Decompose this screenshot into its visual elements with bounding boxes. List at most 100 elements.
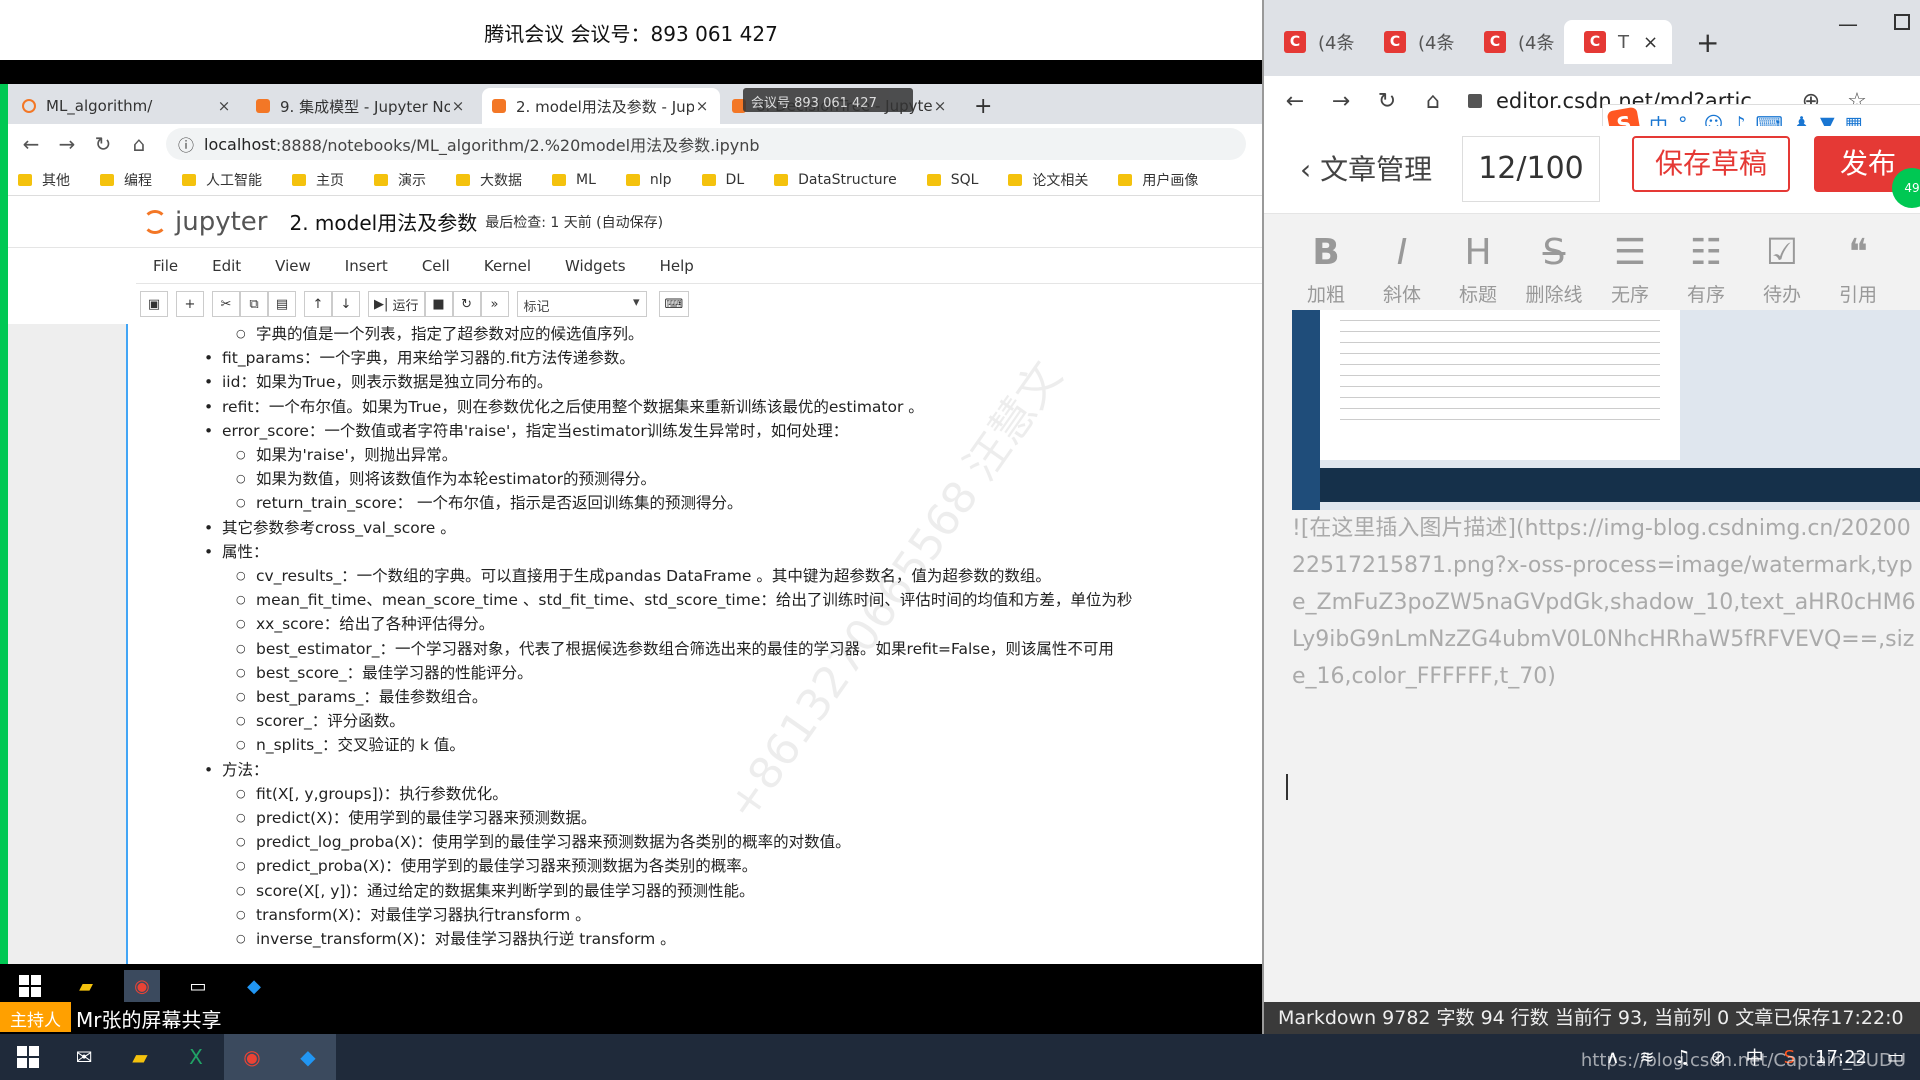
menu-file[interactable]: File (153, 257, 178, 275)
tab-model-usage[interactable]: 2. model用法及参数 - Jupyter × (482, 88, 720, 124)
home-icon[interactable]: ⌂ (1418, 89, 1448, 114)
bold-button[interactable]: B 加粗 (1288, 214, 1364, 310)
desktop: 腾讯会议 会议号：893 061 427 ML_algorithm/ × 9. … (0, 0, 1920, 1080)
forward-icon[interactable]: → (54, 131, 80, 157)
close-icon[interactable]: × (216, 97, 232, 115)
jupyter-toolbar: ▣ + ✂ ⧉ ▤ ↑ ↓ ▶| 运行 ■ ↻ » 标记 ⌨ (136, 284, 1262, 324)
save-draft-button[interactable]: 保存草稿 (1632, 136, 1790, 192)
minimize-icon[interactable]: — (1838, 12, 1858, 36)
reload-icon[interactable]: ↻ (90, 131, 116, 157)
bookmark-folder[interactable]: SQL (926, 172, 978, 188)
cut-icon[interactable]: ✂ (212, 291, 240, 317)
close-icon[interactable]: × (1643, 32, 1658, 53)
italic-button[interactable]: I 斜体 (1364, 214, 1440, 310)
chrome-icon[interactable]: ◉ (124, 970, 160, 1002)
tab-csdn-1[interactable]: C (4条 (1264, 20, 1364, 64)
tab-ml-algorithm[interactable]: ML_algorithm/ × (12, 88, 242, 124)
save-icon[interactable]: ▣ (140, 291, 168, 317)
article-management-link[interactable]: ‹ 文章管理 (1300, 148, 1432, 188)
menu-view[interactable]: View (275, 257, 311, 275)
folder-icon (774, 173, 789, 186)
bookmark-folder[interactable]: ML (552, 172, 596, 188)
tab-csdn-2[interactable]: C (4条 (1364, 20, 1464, 64)
strikethrough-button[interactable]: S 删除线 (1516, 214, 1592, 310)
start-button[interactable] (0, 1034, 56, 1080)
forward-icon[interactable]: → (1326, 89, 1356, 114)
markdown-source[interactable]: ![在这里插入图片描述](https://img-blog.csdnimg.cn… (1292, 510, 1920, 695)
insert-cell-icon[interactable]: + (176, 291, 204, 317)
new-tab-button[interactable]: + (1696, 26, 1719, 59)
format-toolbar: B 加粗 I 斜体 H 标题 S 删除线 ☰ 无序 ☷ 有序 ☑ 待办 ❝ 引用 (1264, 214, 1920, 310)
bookmark-folder[interactable]: 论文相关 (1008, 170, 1088, 190)
csdn-icon: C (1484, 31, 1506, 53)
bookmark-folder[interactable]: DL (701, 172, 744, 188)
back-icon[interactable]: ← (18, 131, 44, 157)
restart-icon[interactable]: ↻ (452, 291, 481, 317)
menu-insert[interactable]: Insert (345, 257, 388, 275)
bookmark-folder[interactable]: 编程 (100, 170, 152, 190)
tab-csdn-3[interactable]: C (4条 (1464, 20, 1564, 64)
unordered-list-button[interactable]: ☰ 无序 (1592, 214, 1668, 310)
paste-icon[interactable]: ▤ (268, 291, 296, 317)
close-icon[interactable]: × (450, 97, 466, 115)
bookmark-folder[interactable]: DataStructure (774, 172, 897, 188)
menu-help[interactable]: Help (660, 257, 694, 275)
meeting-app-icon[interactable]: ◆ (236, 970, 272, 1002)
address-bar[interactable]: ⓘ localhost :8888/notebooks/ML_algorithm… (166, 128, 1246, 160)
heading-button[interactable]: H 标题 (1440, 214, 1516, 310)
info-icon[interactable]: ⓘ (178, 132, 194, 156)
file-explorer-icon[interactable]: ▰ (112, 1034, 168, 1080)
keyboard-icon[interactable]: ⌨ (658, 291, 690, 317)
maximize-icon[interactable] (1894, 14, 1910, 30)
chrome-icon[interactable]: ◉ (224, 1034, 280, 1080)
sub-bullet-item: return_train_score： 一个布尔值，指示是否返回训练集的预测得分… (198, 491, 1258, 515)
jupyter-logo[interactable]: jupyter (143, 207, 267, 237)
reload-icon[interactable]: ↻ (1372, 89, 1402, 114)
file-explorer-icon[interactable]: ▰ (68, 970, 104, 1002)
bookmark-folder[interactable]: 演示 (374, 170, 426, 190)
bookmark-folder[interactable]: 其他 (18, 170, 70, 190)
windows-icon[interactable] (12, 970, 48, 1002)
bookmark-folder[interactable]: 用户画像 (1118, 170, 1198, 190)
lock-icon (1468, 94, 1482, 108)
quote-button[interactable]: ❝ 引用 (1820, 214, 1896, 310)
close-icon[interactable]: × (694, 97, 710, 115)
run-icon: ▶| (374, 296, 393, 312)
move-down-icon[interactable]: ↓ (332, 291, 360, 317)
title-input[interactable]: 12/100 (1462, 136, 1600, 202)
todo-button[interactable]: ☑ 待办 (1744, 214, 1820, 310)
bookmark-folder[interactable]: 人工智能 (182, 170, 262, 190)
copy-icon[interactable]: ⧉ (240, 291, 268, 317)
new-tab-button[interactable]: + (964, 88, 1004, 124)
meeting-id-badge: 会议号 893 061 427 (743, 88, 913, 112)
menu-widgets[interactable]: Widgets (565, 257, 626, 275)
url-host: localhost (204, 134, 276, 154)
cell-type-select[interactable]: 标记 (516, 291, 647, 317)
tab-csdn-editor[interactable]: C T × (1564, 20, 1672, 64)
bullet-item: error_score：一个数值或者字符串'raise'，指定当estimato… (198, 419, 1258, 443)
menu-kernel[interactable]: Kernel (484, 257, 531, 275)
back-icon[interactable]: ← (1280, 89, 1310, 114)
move-up-icon[interactable]: ↑ (304, 291, 332, 317)
jupyter-menubar: File Edit View Insert Cell Kernel Widget… (136, 248, 1262, 284)
folder-icon (182, 173, 196, 186)
excel-icon[interactable]: X (168, 1034, 224, 1080)
bookmark-folder[interactable]: 主页 (292, 170, 344, 190)
run-button[interactable]: ▶| 运行 (368, 291, 425, 317)
notebook-name[interactable]: 2. model用法及参数 (289, 207, 477, 236)
italic-icon: I (1396, 232, 1408, 273)
bookmark-folder[interactable]: 大数据 (456, 170, 522, 190)
menu-cell[interactable]: Cell (422, 257, 450, 275)
bookmark-folder[interactable]: nlp (625, 172, 672, 188)
sub-bullet-item: inverse_transform(X)：对最佳学习器执行逆 transform… (198, 927, 1258, 951)
close-icon[interactable]: × (932, 97, 948, 115)
tab-ensemble-model[interactable]: 9. 集成模型 - Jupyter Notebook × (246, 88, 476, 124)
terminal-icon[interactable]: ▭ (180, 970, 216, 1002)
home-icon[interactable]: ⌂ (126, 131, 152, 157)
meeting-app-icon[interactable]: ◆ (280, 1034, 336, 1080)
mail-icon[interactable]: ✉ (56, 1034, 112, 1080)
stop-icon[interactable]: ■ (424, 291, 453, 317)
ordered-list-button[interactable]: ☷ 有序 (1668, 214, 1744, 310)
fast-forward-icon[interactable]: » (480, 291, 509, 317)
menu-edit[interactable]: Edit (212, 257, 241, 275)
